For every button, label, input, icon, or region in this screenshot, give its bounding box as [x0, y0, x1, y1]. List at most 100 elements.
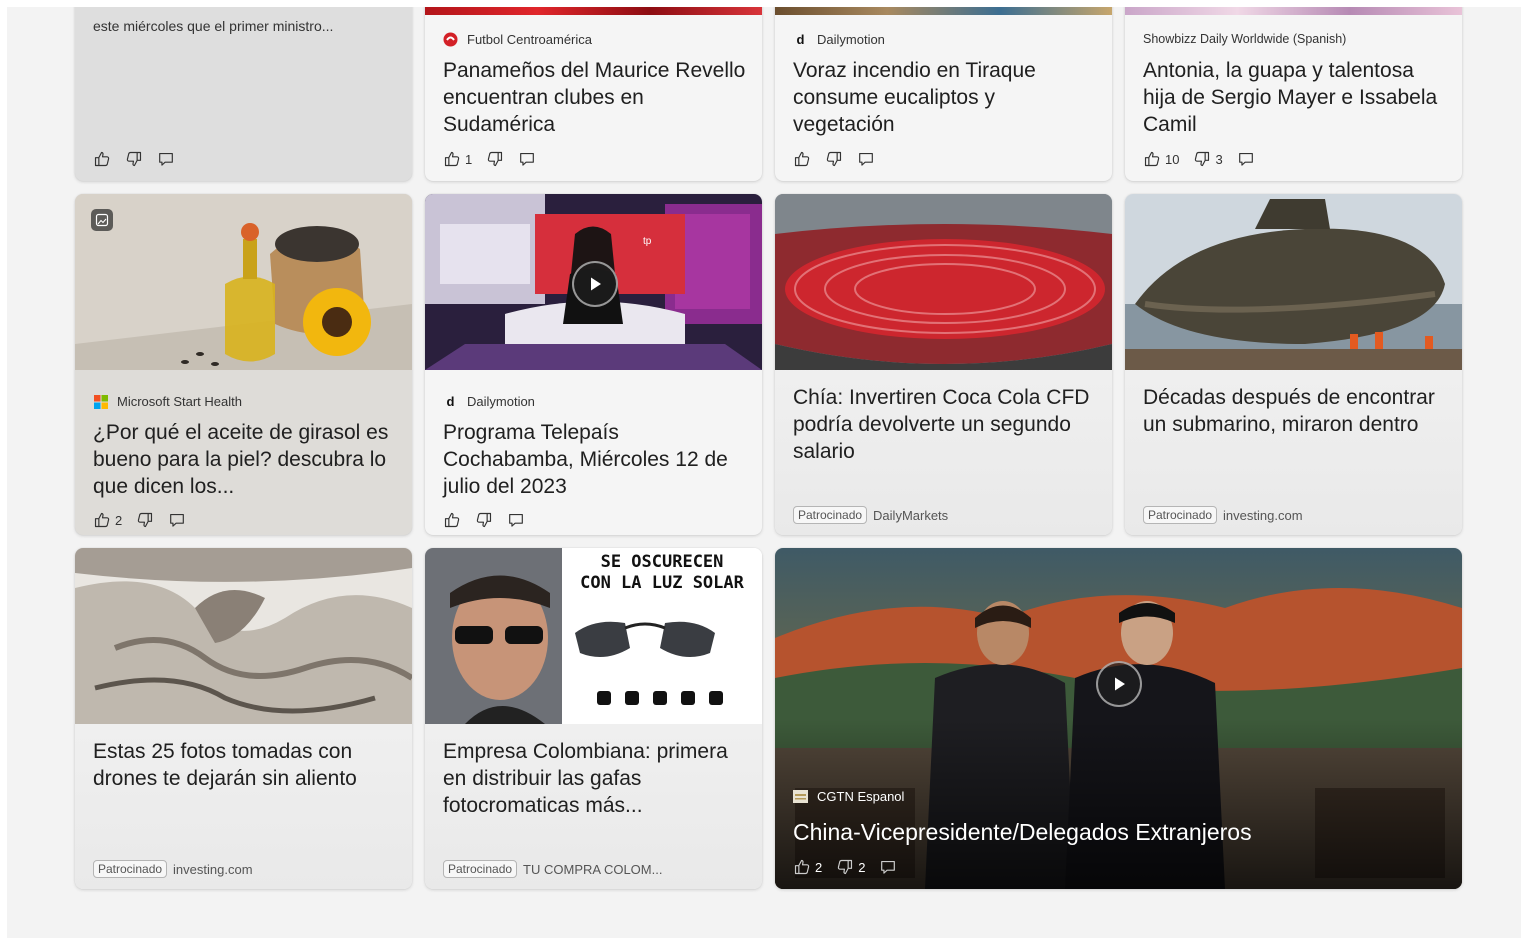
news-card[interactable]: Décadas después de encontrar un submarin…	[1125, 194, 1462, 535]
comment-button[interactable]	[518, 150, 536, 168]
dislike-button[interactable]: 3	[1193, 150, 1223, 168]
news-card[interactable]: Futbol Centroamérica Panameños del Mauri…	[425, 7, 762, 181]
like-button[interactable]	[793, 150, 811, 168]
comment-icon	[157, 150, 175, 168]
play-icon	[1109, 674, 1129, 694]
like-button[interactable]: 1	[443, 150, 472, 168]
like-button[interactable]: 10	[1143, 150, 1179, 168]
sponsored-label: Patrocinado DailyMarkets	[793, 506, 948, 524]
card-title[interactable]: China-Vicepresidente/Delegados Extranjer…	[793, 819, 1448, 846]
source-logo-icon	[443, 32, 458, 47]
thumbs-up-icon	[93, 150, 111, 168]
card-title[interactable]: Chía: Invertiren Coca Cola CFD podría de…	[793, 384, 1098, 465]
dislike-button[interactable]	[136, 511, 154, 529]
news-card[interactable]: Chía: Invertiren Coca Cola CFD podría de…	[775, 194, 1112, 535]
play-button[interactable]	[1096, 661, 1142, 707]
like-button[interactable]: 2	[93, 511, 122, 529]
sponsored-label: Patrocinado investing.com	[93, 860, 253, 878]
sponsor-name[interactable]: TU COMPRA COLOM...	[523, 862, 662, 877]
comment-button[interactable]	[507, 511, 525, 529]
news-card[interactable]: SE OSCURECEN CON LA LUZ SOLAR Empresa Co…	[425, 548, 762, 889]
gallery-icon	[91, 209, 113, 231]
dislike-button[interactable]: 2	[836, 858, 865, 876]
play-button[interactable]	[572, 261, 618, 307]
like-count: 10	[1165, 151, 1180, 167]
thumbs-up-icon	[793, 150, 811, 168]
reaction-bar: 10 3	[1143, 150, 1255, 168]
card-image: SE OSCURECEN CON LA LUZ SOLAR	[425, 548, 762, 724]
thumbs-up-icon	[1143, 150, 1161, 168]
news-card[interactable]: d Dailymotion Voraz incendio en Tiraque …	[775, 7, 1112, 181]
news-card[interactable]: Microsoft Start Health ¿Por qué el aceit…	[75, 194, 412, 535]
card-source: Showbizz Daily Worldwide (Spanish)	[1143, 32, 1346, 46]
reaction-bar: 2 2	[793, 858, 897, 876]
dailymotion-logo-icon: d	[796, 32, 805, 47]
thumbs-down-icon	[125, 150, 143, 168]
dislike-button[interactable]	[486, 150, 504, 168]
card-title[interactable]: Décadas después de encontrar un submarin…	[1143, 384, 1448, 438]
comment-icon	[518, 150, 536, 168]
card-title[interactable]: Programa Telepaís Cochabamba, Miércoles …	[443, 419, 748, 500]
card-title[interactable]: Empresa Colombiana: primera en distribui…	[443, 738, 748, 819]
card-title[interactable]: Voraz incendio en Tiraque consume eucali…	[793, 57, 1098, 138]
sponsored-badge: Patrocinado	[93, 860, 168, 878]
thumbs-down-icon	[136, 511, 154, 529]
reaction-bar	[793, 150, 875, 168]
tv-logo-text: tp	[643, 236, 652, 247]
like-button[interactable]	[93, 150, 111, 168]
dislike-button[interactable]	[475, 511, 493, 529]
like-count: 2	[815, 859, 823, 875]
card-image	[1125, 194, 1462, 370]
card-title[interactable]: Estas 25 fotos tomadas con drones te dej…	[93, 738, 398, 792]
sponsor-name[interactable]: investing.com	[1223, 508, 1302, 523]
comment-button[interactable]	[1237, 150, 1255, 168]
card-title-partial[interactable]: este miércoles que el primer ministro...	[93, 17, 398, 35]
card-source: Futbol Centroamérica	[443, 32, 592, 47]
source-name: CGTN Espanol	[817, 789, 905, 804]
thumbs-down-icon	[486, 150, 504, 168]
dislike-count: 3	[1215, 151, 1223, 167]
dislike-button[interactable]	[125, 150, 143, 168]
reaction-bar	[93, 150, 175, 168]
card-image	[425, 7, 762, 15]
news-card[interactable]: tp d Dailymotion Programa Telepaís Cocha…	[425, 194, 762, 535]
like-count: 2	[115, 512, 123, 528]
card-image	[1125, 7, 1462, 15]
comment-button[interactable]	[157, 150, 175, 168]
cgtn-logo-icon	[793, 789, 808, 804]
card-title[interactable]: Antonia, la guapa y talentosa hija de Se…	[1143, 57, 1448, 138]
sponsor-name[interactable]: DailyMarkets	[873, 508, 948, 523]
card-image	[775, 194, 1112, 370]
dislike-button[interactable]	[825, 150, 843, 168]
reaction-bar: 2	[93, 511, 186, 529]
reaction-bar	[443, 511, 525, 529]
comment-icon	[507, 511, 525, 529]
sponsor-name[interactable]: investing.com	[173, 862, 252, 877]
comment-icon	[857, 150, 875, 168]
card-title[interactable]: ¿Por qué el aceite de girasol es bueno p…	[93, 419, 398, 500]
like-button[interactable]	[443, 511, 461, 529]
card-image	[75, 548, 412, 724]
source-name: Dailymotion	[467, 394, 535, 409]
thumbs-down-icon	[475, 511, 493, 529]
comment-button[interactable]	[879, 858, 897, 876]
news-card[interactable]: Estas 25 fotos tomadas con drones te dej…	[75, 548, 412, 889]
comment-button[interactable]	[168, 511, 186, 529]
news-card-large[interactable]: CGTN Espanol China-Vicepresidente/Delega…	[775, 548, 1462, 889]
sponsored-label: Patrocinado investing.com	[1143, 506, 1303, 524]
card-source: CGTN Espanol	[793, 789, 904, 804]
comment-icon	[168, 511, 186, 529]
comment-icon	[879, 858, 897, 876]
card-title[interactable]: Panameños del Maurice Revello encuentran…	[443, 57, 748, 138]
play-icon	[585, 274, 605, 294]
dislike-count: 2	[858, 859, 866, 875]
source-name: Dailymotion	[817, 32, 885, 47]
card-source: Microsoft Start Health	[93, 394, 242, 409]
news-card[interactable]: Showbizz Daily Worldwide (Spanish) Anton…	[1125, 7, 1462, 181]
thumbs-up-icon	[443, 150, 461, 168]
news-card[interactable]: este miércoles que el primer ministro...	[75, 7, 412, 181]
source-name: Showbizz Daily Worldwide (Spanish)	[1143, 32, 1347, 46]
comment-button[interactable]	[857, 150, 875, 168]
like-button[interactable]: 2	[793, 858, 822, 876]
source-name: Futbol Centroamérica	[467, 32, 592, 47]
